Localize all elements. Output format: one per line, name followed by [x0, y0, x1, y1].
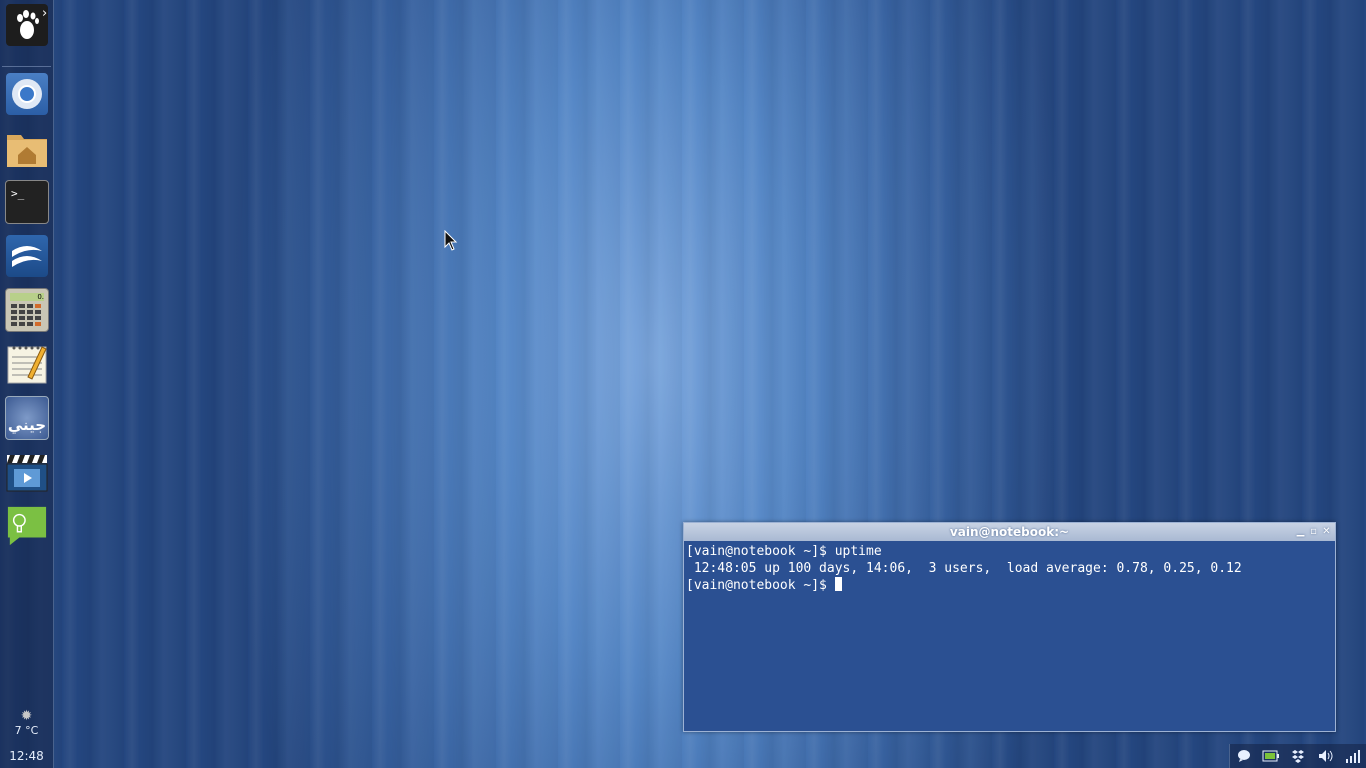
clock[interactable]: 12:48: [0, 749, 53, 763]
dropbox-icon[interactable]: [1289, 747, 1307, 765]
terminal-prompt-line: [vain@notebook ~]$: [686, 577, 1333, 594]
dock-item-video-player[interactable]: [4, 449, 50, 495]
dock-item-terminal[interactable]: >_: [4, 179, 50, 225]
minimize-icon[interactable]: ▁: [1296, 523, 1305, 541]
mouse-pointer-icon: [444, 230, 458, 251]
dock-item-home-folder[interactable]: [4, 125, 50, 171]
chat-bubble-icon[interactable]: [1235, 747, 1253, 765]
dock-item-openoffice[interactable]: [4, 233, 50, 279]
dock-separator: [2, 66, 51, 67]
sun-icon: ✹: [20, 708, 33, 724]
maximize-icon[interactable]: ▫: [1309, 523, 1318, 541]
chat-icon: [6, 505, 48, 547]
volume-icon[interactable]: [1317, 747, 1335, 765]
terminal-line: [vain@notebook ~]$ uptime: [686, 544, 882, 559]
system-tray: [1229, 744, 1366, 768]
home-folder-icon: [6, 127, 48, 169]
terminal-window[interactable]: vain@notebook:~ ▁ ▫ ✕ [vain@notebook ~]$…: [683, 522, 1336, 732]
dock: › >_ 0. جيني ✹ 7 °C 12:48: [0, 0, 54, 768]
chromium-icon: [6, 73, 48, 115]
dock-item-calculator[interactable]: 0.: [4, 287, 50, 333]
terminal-prompt-glyph: >_: [11, 187, 25, 200]
gnome-menu-button[interactable]: ›: [4, 2, 50, 48]
close-icon[interactable]: ✕: [1322, 523, 1331, 541]
terminal-output[interactable]: [vain@notebook ~]$ uptime 12:48:05 up 10…: [684, 541, 1335, 596]
text-cursor: [834, 577, 842, 591]
dock-item-chromium[interactable]: [4, 71, 50, 117]
calculator-display: 0.: [10, 293, 44, 301]
terminal-line: 12:48:05 up 100 days, 14:06, 3 users, lo…: [686, 561, 1242, 576]
weather-widget[interactable]: ✹ 7 °C: [0, 708, 53, 737]
battery-icon[interactable]: [1262, 747, 1280, 765]
video-player-icon: [6, 451, 48, 493]
weather-temperature: 7 °C: [14, 724, 39, 737]
dock-item-arabic-app[interactable]: جيني: [4, 395, 50, 441]
terminal-icon: >_: [5, 180, 49, 224]
terminal-title: vain@notebook:~: [949, 525, 1070, 539]
terminal-titlebar[interactable]: vain@notebook:~ ▁ ▫ ✕: [684, 523, 1335, 541]
arabic-app-icon: جيني: [5, 396, 49, 440]
menu-arrow-icon: ›: [42, 6, 48, 21]
signal-icon[interactable]: [1344, 747, 1362, 765]
arabic-app-label: جيني: [7, 416, 47, 434]
dock-item-text-editor[interactable]: [4, 341, 50, 387]
openoffice-icon: [6, 235, 48, 277]
text-editor-icon: [6, 343, 48, 385]
terminal-prompt: [vain@notebook ~]$: [686, 578, 835, 593]
dock-item-chat[interactable]: [4, 503, 50, 549]
calculator-icon: 0.: [5, 288, 49, 332]
